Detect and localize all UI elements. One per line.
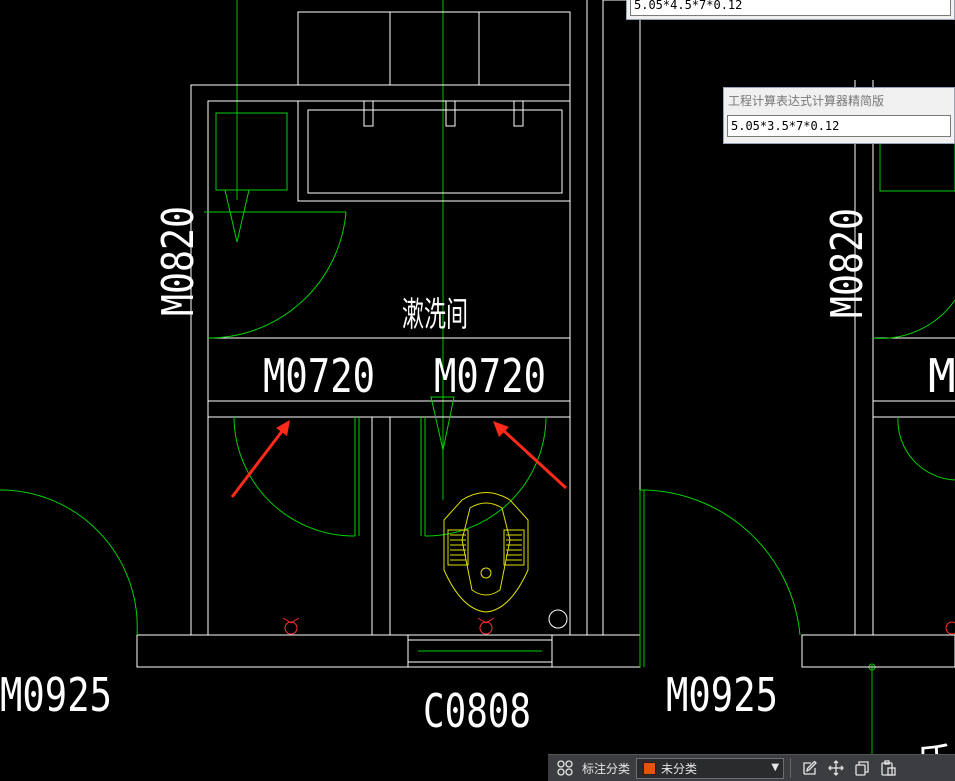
calculator-expression-input-top[interactable] <box>630 0 951 16</box>
grid-apps-icon[interactable] <box>552 755 578 781</box>
window-label: C0808 <box>423 684 531 738</box>
drain-markers <box>282 617 955 635</box>
toolbar-divider <box>790 758 792 778</box>
category-value: 未分类 <box>661 761 698 776</box>
calculator-expression-input[interactable] <box>727 115 951 137</box>
category-label: 标注分类 <box>582 761 631 776</box>
door-label-left-vertical: M0820 <box>153 206 204 316</box>
annotation-arrows <box>230 420 568 498</box>
squat-toilet-fixture <box>443 492 529 613</box>
door-label-inner-left: M0720 <box>263 349 375 403</box>
chevron-down-icon: ▼ <box>771 761 780 773</box>
annotation-toolbar: 标注分类 未分类 ▼ <box>548 754 955 781</box>
move-icon[interactable] <box>823 755 849 781</box>
calculator-title: 工程计算表达式计算器精简版 <box>728 94 885 108</box>
door-label-right-partial: M <box>928 349 955 403</box>
door-label-bottom-left: M0925 <box>0 668 112 722</box>
category-color-swatch <box>643 761 657 775</box>
room-label: 漱洗间 <box>402 295 468 335</box>
door-label-right-vertical: M0820 <box>822 208 873 318</box>
paste-icon[interactable] <box>875 755 901 781</box>
door-label-bottom-right: M0925 <box>666 668 778 722</box>
calculator-window-top[interactable] <box>626 0 955 20</box>
edit-icon[interactable] <box>797 755 823 781</box>
calculator-window[interactable]: 工程计算表达式计算器精简版 <box>723 87 955 144</box>
door-label-inner-right: M0720 <box>434 349 546 403</box>
category-dropdown[interactable]: 未分类 ▼ <box>636 757 785 779</box>
copy-icon[interactable] <box>849 755 875 781</box>
